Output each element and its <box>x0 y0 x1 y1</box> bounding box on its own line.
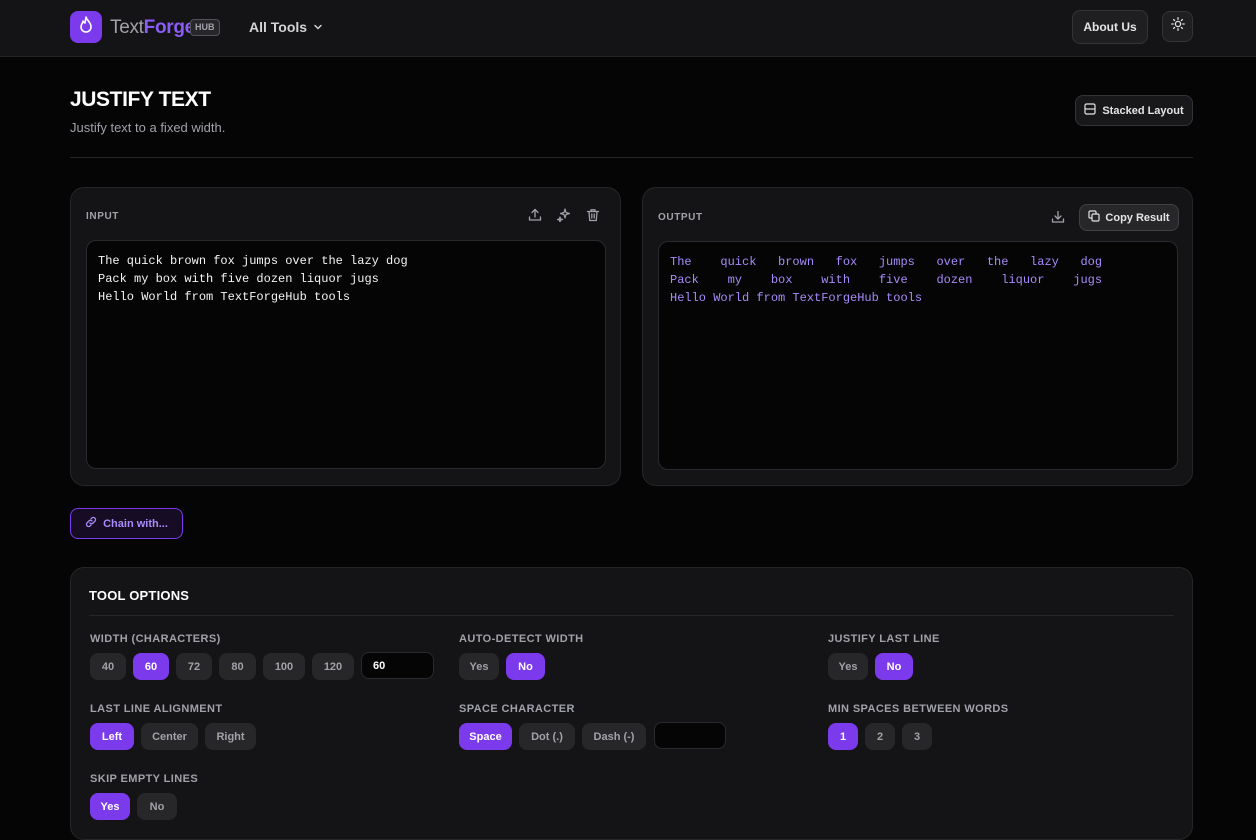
all-tools-label: All Tools <box>249 19 308 35</box>
copy-icon <box>1088 210 1101 225</box>
last-align-left[interactable]: Left <box>90 723 134 750</box>
auto-detect-no[interactable]: No <box>506 653 545 680</box>
about-us-button[interactable]: About Us <box>1072 10 1148 44</box>
space-char-dot[interactable]: Dot (.) <box>519 723 575 750</box>
title-divider <box>70 157 1193 158</box>
hub-badge: HUB <box>190 19 220 36</box>
min-spaces-3[interactable]: 3 <box>902 723 932 750</box>
chain-with-button[interactable]: Chain with... <box>70 508 183 539</box>
min-spaces-label: MIN SPACES BETWEEN WORDS <box>828 703 1009 715</box>
upload-icon[interactable] <box>527 207 543 223</box>
justify-last-label: JUSTIFY LAST LINE <box>828 633 940 645</box>
width-custom-input[interactable]: 60 <box>361 652 434 679</box>
width-option-72[interactable]: 72 <box>176 653 212 680</box>
output-label: OUTPUT <box>658 212 703 223</box>
brand-bold: Forge <box>143 17 196 38</box>
last-align-center[interactable]: Center <box>141 723 198 750</box>
skip-empty-yes[interactable]: Yes <box>90 793 130 820</box>
input-label: INPUT <box>86 211 119 222</box>
width-option-100[interactable]: 100 <box>263 653 305 680</box>
skip-empty-label: SKIP EMPTY LINES <box>90 773 199 785</box>
space-char-custom-input[interactable] <box>654 722 726 749</box>
space-char-space[interactable]: Space <box>459 723 512 750</box>
width-option-80[interactable]: 80 <box>219 653 256 680</box>
page-title: JUSTIFY TEXT <box>70 88 211 111</box>
justify-last-no[interactable]: No <box>875 653 913 680</box>
stacked-layout-button[interactable]: Stacked Layout <box>1075 95 1193 126</box>
sparkles-icon[interactable] <box>556 207 572 223</box>
brand-name[interactable]: TextForge <box>110 17 195 39</box>
copy-result-button[interactable]: Copy Result <box>1079 204 1179 231</box>
trash-icon[interactable] <box>585 207 601 223</box>
sun-icon <box>1170 17 1185 36</box>
justify-last-yes[interactable]: Yes <box>828 653 868 680</box>
space-char-label: SPACE CHARACTER <box>459 703 575 715</box>
brand-text: Text <box>110 17 144 38</box>
min-spaces-2[interactable]: 2 <box>865 723 895 750</box>
skip-empty-no[interactable]: No <box>137 793 177 820</box>
logo[interactable] <box>70 11 102 43</box>
input-textarea[interactable]: The quick brown fox jumps over the lazy … <box>86 240 606 469</box>
tool-options-panel: TOOL OPTIONS WIDTH (CHARACTERS) 40 60 72… <box>70 567 1193 840</box>
stacked-layout-label: Stacked Layout <box>1102 104 1184 117</box>
last-align-right[interactable]: Right <box>205 723 256 750</box>
width-option-40[interactable]: 40 <box>90 653 126 680</box>
copy-result-label: Copy Result <box>1105 211 1170 224</box>
layout-icon <box>1084 103 1096 118</box>
width-label: WIDTH (CHARACTERS) <box>90 633 221 645</box>
flame-icon <box>78 15 94 39</box>
auto-detect-yes[interactable]: Yes <box>459 653 499 680</box>
output-textarea[interactable]: The quick brown fox jumps over the lazy … <box>658 241 1178 470</box>
page-subtitle: Justify text to a fixed width. <box>70 120 226 135</box>
auto-detect-label: AUTO-DETECT WIDTH <box>459 633 584 645</box>
link-icon <box>85 516 97 531</box>
tool-options-title: TOOL OPTIONS <box>89 588 190 603</box>
theme-toggle-button[interactable] <box>1162 11 1193 42</box>
output-panel: OUTPUT Copy Result The quick brown fox j… <box>642 187 1193 486</box>
chevron-down-icon <box>313 19 323 35</box>
space-char-dash[interactable]: Dash (-) <box>582 723 646 750</box>
tool-options-divider <box>89 615 1174 616</box>
last-align-label: LAST LINE ALIGNMENT <box>90 703 223 715</box>
top-navbar: TextForge HUB All Tools About Us <box>0 0 1256 57</box>
chain-with-label: Chain with... <box>103 517 168 530</box>
input-panel: INPUT The quick brown fox jumps over the… <box>70 187 621 486</box>
download-icon[interactable] <box>1050 209 1066 225</box>
width-option-60[interactable]: 60 <box>133 653 169 680</box>
width-option-120[interactable]: 120 <box>312 653 354 680</box>
all-tools-menu[interactable]: All Tools <box>249 19 323 35</box>
min-spaces-1[interactable]: 1 <box>828 723 858 750</box>
